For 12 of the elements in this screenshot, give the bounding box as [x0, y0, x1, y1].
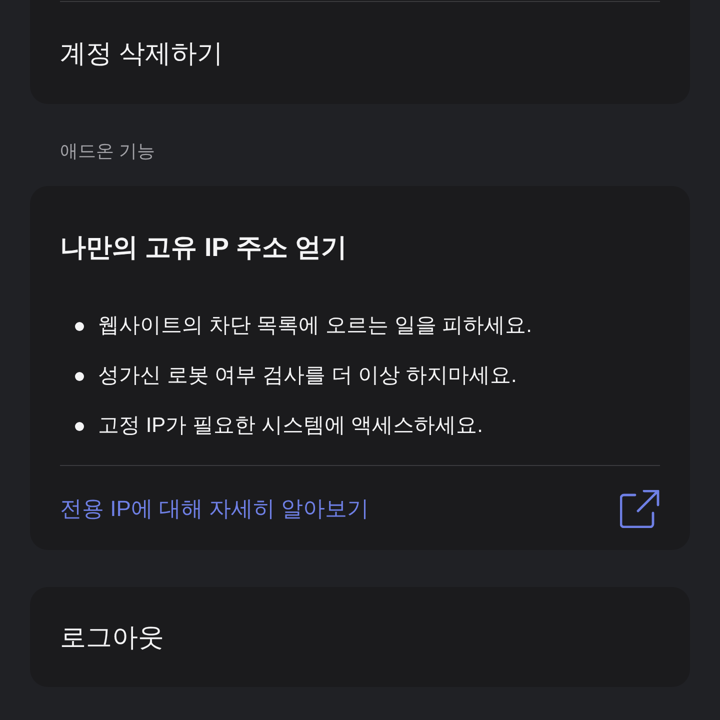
bullet-icon: [75, 322, 84, 330]
bullet-icon: [75, 372, 84, 380]
logout-button[interactable]: 로그아웃: [30, 587, 690, 687]
bullet-text: 성가신 로봇 여부 검사를 더 이상 하지마세요.: [98, 363, 517, 389]
learn-more-link[interactable]: 전용 IP에 대해 자세히 알아보기: [60, 494, 370, 524]
bullet-text: 고정 IP가 필요한 시스템에 액세스하세요.: [98, 413, 484, 439]
section-heading: 애드온 기능: [59, 140, 156, 163]
external-link-icon[interactable]: [620, 490, 660, 528]
bullet-text: 웹사이트의 차단 목록에 오르는 일을 피하세요.: [98, 313, 532, 339]
card-title: 나만의 고유 IP 주소 얻기: [60, 232, 348, 262]
bullet-icon: [75, 422, 84, 430]
menu-item[interactable]: 계정 삭제하기: [60, 2, 224, 104]
